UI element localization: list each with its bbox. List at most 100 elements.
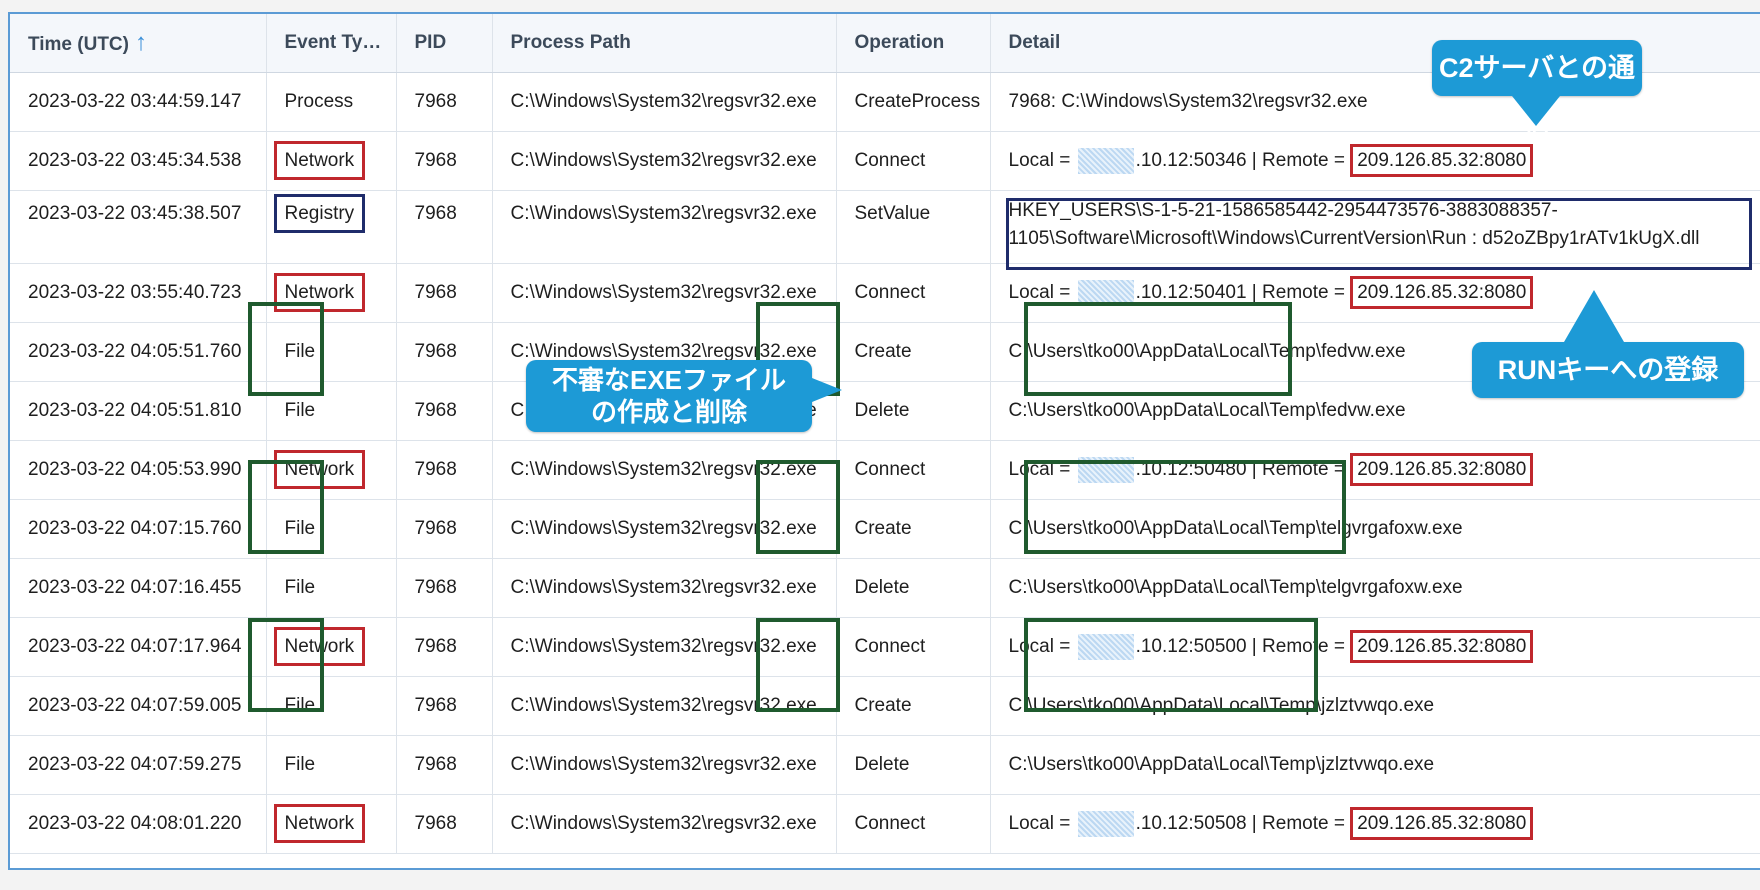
table-row[interactable]: 2023-03-22 04:07:15.760 File 7968 C:\Window…	[10, 499, 1760, 559]
cell-pid-text: 7968	[414, 282, 457, 303]
sort-ascending-icon[interactable]: ↑	[135, 29, 147, 56]
cell-event-type: Network	[266, 617, 397, 677]
cell-operation-text: Connect	[854, 636, 926, 657]
cell-operation: Connect	[836, 617, 991, 677]
cell-event-type-text: Network	[273, 627, 366, 666]
cell-process-path-text: C:\Windows\System32\regsvr32.exe	[510, 282, 817, 303]
cell-process-path-text: C:\Windows\System32\regsvr32.exe	[510, 754, 817, 775]
cell-time-text: 2023-03-22 04:07:16.455	[28, 577, 242, 598]
cell-process-path-text: C:\Windows\System32\regsvr32.exe	[510, 341, 817, 362]
file-path-suffix: \AppData\Local\Temp\fedvw.exe	[1134, 341, 1406, 362]
redacted-ip-block	[1077, 811, 1134, 837]
table-row[interactable]: 2023-03-22 04:07:59.005 File 7968 C:\Window…	[10, 676, 1760, 736]
cell-time-text: 2023-03-22 03:55:40.723	[28, 282, 242, 303]
table-row[interactable]: 2023-03-22 04:05:53.990 Network 7968 C:\Win…	[10, 440, 1760, 500]
cell-time: 2023-03-22 04:05:53.990	[10, 440, 267, 500]
registry-detail-highlight	[1006, 198, 1752, 270]
cell-process-path: C:\Windows\System32\regsvr32.exe	[492, 617, 837, 677]
cell-detail: Local = .10.12:50508 | Remote = 209.126.…	[990, 794, 1760, 854]
cell-process-path-text: C:\Windows\System32\regsvr32.exe	[510, 813, 817, 834]
local-label: Local =	[1008, 636, 1076, 658]
cell-detail: Local = .10.12:50500 | Remote = 209.126.…	[990, 617, 1760, 677]
cell-process-path: C:\Windows\System32\regsvr32.exe	[492, 72, 837, 132]
cell-time: 2023-03-22 04:07:17.964	[10, 617, 267, 677]
table-row[interactable]: 2023-03-22 04:07:59.275 File 7968 C:\Window…	[10, 735, 1760, 795]
cell-operation: Connect	[836, 440, 991, 500]
cell-pid-text: 7968	[414, 754, 457, 775]
cell-pid: 7968	[396, 735, 493, 795]
cell-process-path: C:\Windows\System32\regsvr32.exe	[492, 440, 837, 500]
cell-operation-text: Create	[854, 695, 912, 716]
column-header-event-type[interactable]: Event Ty…	[266, 14, 397, 73]
remote-label: | Remote =	[1246, 459, 1351, 481]
cell-operation: Create	[836, 499, 991, 559]
cell-pid: 7968	[396, 558, 493, 618]
table-row[interactable]: 2023-03-22 04:07:16.455 File 7968 C:\Window…	[10, 558, 1760, 618]
local-address: .10.12:50500	[1135, 636, 1247, 658]
redacted-ip-block	[1077, 280, 1134, 306]
cell-pid: 7968	[396, 794, 493, 854]
cell-process-path-text: C:\Windows\System32\regsvr32.exe	[510, 636, 817, 657]
cell-event-type-text: Process	[284, 91, 354, 112]
table-row[interactable]: 2023-03-22 03:45:34.538 Network 7968 C:\Win…	[10, 131, 1760, 191]
cell-process-path: C:\Windows\System32\regsvr32.exe	[492, 499, 837, 559]
cell-detail: C:\Users\tko00\AppData\Local\Temp\telgvr…	[990, 558, 1760, 618]
cell-time: 2023-03-22 04:05:51.760	[10, 322, 267, 382]
cell-event-type: File	[266, 322, 397, 382]
cell-detail: Local = .10.12:50401 | Remote = 209.126.…	[990, 263, 1760, 323]
cell-process-path-text: C:\Windows\System32\regsvr32.exe	[510, 577, 817, 598]
cell-process-path: C:\Windows\System32\regsvr32.exe	[492, 558, 837, 618]
local-label: Local =	[1008, 813, 1076, 835]
file-path-prefix: C:\Users\tko00	[1008, 754, 1135, 775]
cell-operation-text: Connect	[854, 150, 926, 171]
cell-time: 2023-03-22 04:07:59.005	[10, 676, 267, 736]
cell-event-type-text: Registry	[273, 194, 366, 233]
cell-operation: SetValue	[836, 190, 991, 264]
local-label: Local =	[1008, 150, 1076, 172]
local-address: .10.12:50480	[1135, 459, 1247, 481]
cell-event-type-text: File	[284, 754, 316, 775]
cell-detail: C:\Users\tko00\AppData\Local\Temp\jzlztv…	[990, 676, 1760, 736]
cell-operation-text: Create	[854, 341, 912, 362]
redacted-ip-block	[1077, 634, 1134, 660]
cell-pid: 7968	[396, 617, 493, 677]
cell-time: 2023-03-22 04:07:15.760	[10, 499, 267, 559]
local-label: Local =	[1008, 459, 1076, 481]
cell-event-type: Network	[266, 263, 397, 323]
cell-event-type: Registry	[266, 190, 397, 264]
table-row[interactable]: 2023-03-22 03:55:40.723 Network 7968 C:\Win…	[10, 263, 1760, 323]
remote-address: 209.126.85.32:8080	[1350, 276, 1534, 310]
column-header-operation[interactable]: Operation	[836, 14, 991, 73]
cell-pid-text: 7968	[414, 518, 457, 539]
redacted-ip-block	[1077, 148, 1134, 174]
remote-label: | Remote =	[1246, 813, 1351, 835]
cell-event-type: File	[266, 381, 397, 441]
cell-process-path-text: C:\Windows\System32\regsvr32.exe	[510, 518, 817, 539]
cell-event-type-text: File	[284, 695, 316, 716]
cell-pid: 7968	[396, 440, 493, 500]
cell-operation-text: Delete	[854, 577, 910, 598]
cell-pid: 7968	[396, 499, 493, 559]
cell-pid-text: 7968	[414, 577, 457, 598]
file-path-suffix: \AppData\Local\Temp\jzlztvwqo.exe	[1134, 695, 1435, 716]
table-row[interactable]: 2023-03-22 04:08:01.220 Network 7968 C:\Win…	[10, 794, 1760, 854]
column-header-pid[interactable]: PID	[396, 14, 493, 73]
cell-pid: 7968	[396, 263, 493, 323]
cell-time-text: 2023-03-22 04:05:51.810	[28, 400, 242, 421]
column-header-detail[interactable]: Detail	[990, 14, 1760, 73]
table-row[interactable]: 2023-03-22 04:07:17.964 Network 7968 C:\Win…	[10, 617, 1760, 677]
local-label: Local =	[1008, 282, 1076, 304]
cell-event-type-text: Network	[273, 141, 366, 180]
column-header-process-path[interactable]: Process Path	[492, 14, 837, 73]
cell-process-path-text: C:\Windows\System32\regsvr32.exe	[510, 203, 817, 224]
cell-pid: 7968	[396, 381, 493, 441]
cell-event-type: Network	[266, 131, 397, 191]
column-header-time[interactable]: Time (UTC) ↑	[10, 14, 267, 73]
local-address: .10.12:50346	[1135, 150, 1247, 172]
remote-address: 209.126.85.32:8080	[1350, 453, 1534, 487]
cell-operation: CreateProcess	[836, 72, 991, 132]
cell-process-path: C:\Windows\System32\regsvr32.exe	[492, 190, 837, 264]
cell-time-text: 2023-03-22 04:07:15.760	[28, 518, 242, 539]
cell-pid-text: 7968	[414, 459, 457, 480]
file-path-prefix: C:\Users\tko00	[1008, 695, 1135, 716]
